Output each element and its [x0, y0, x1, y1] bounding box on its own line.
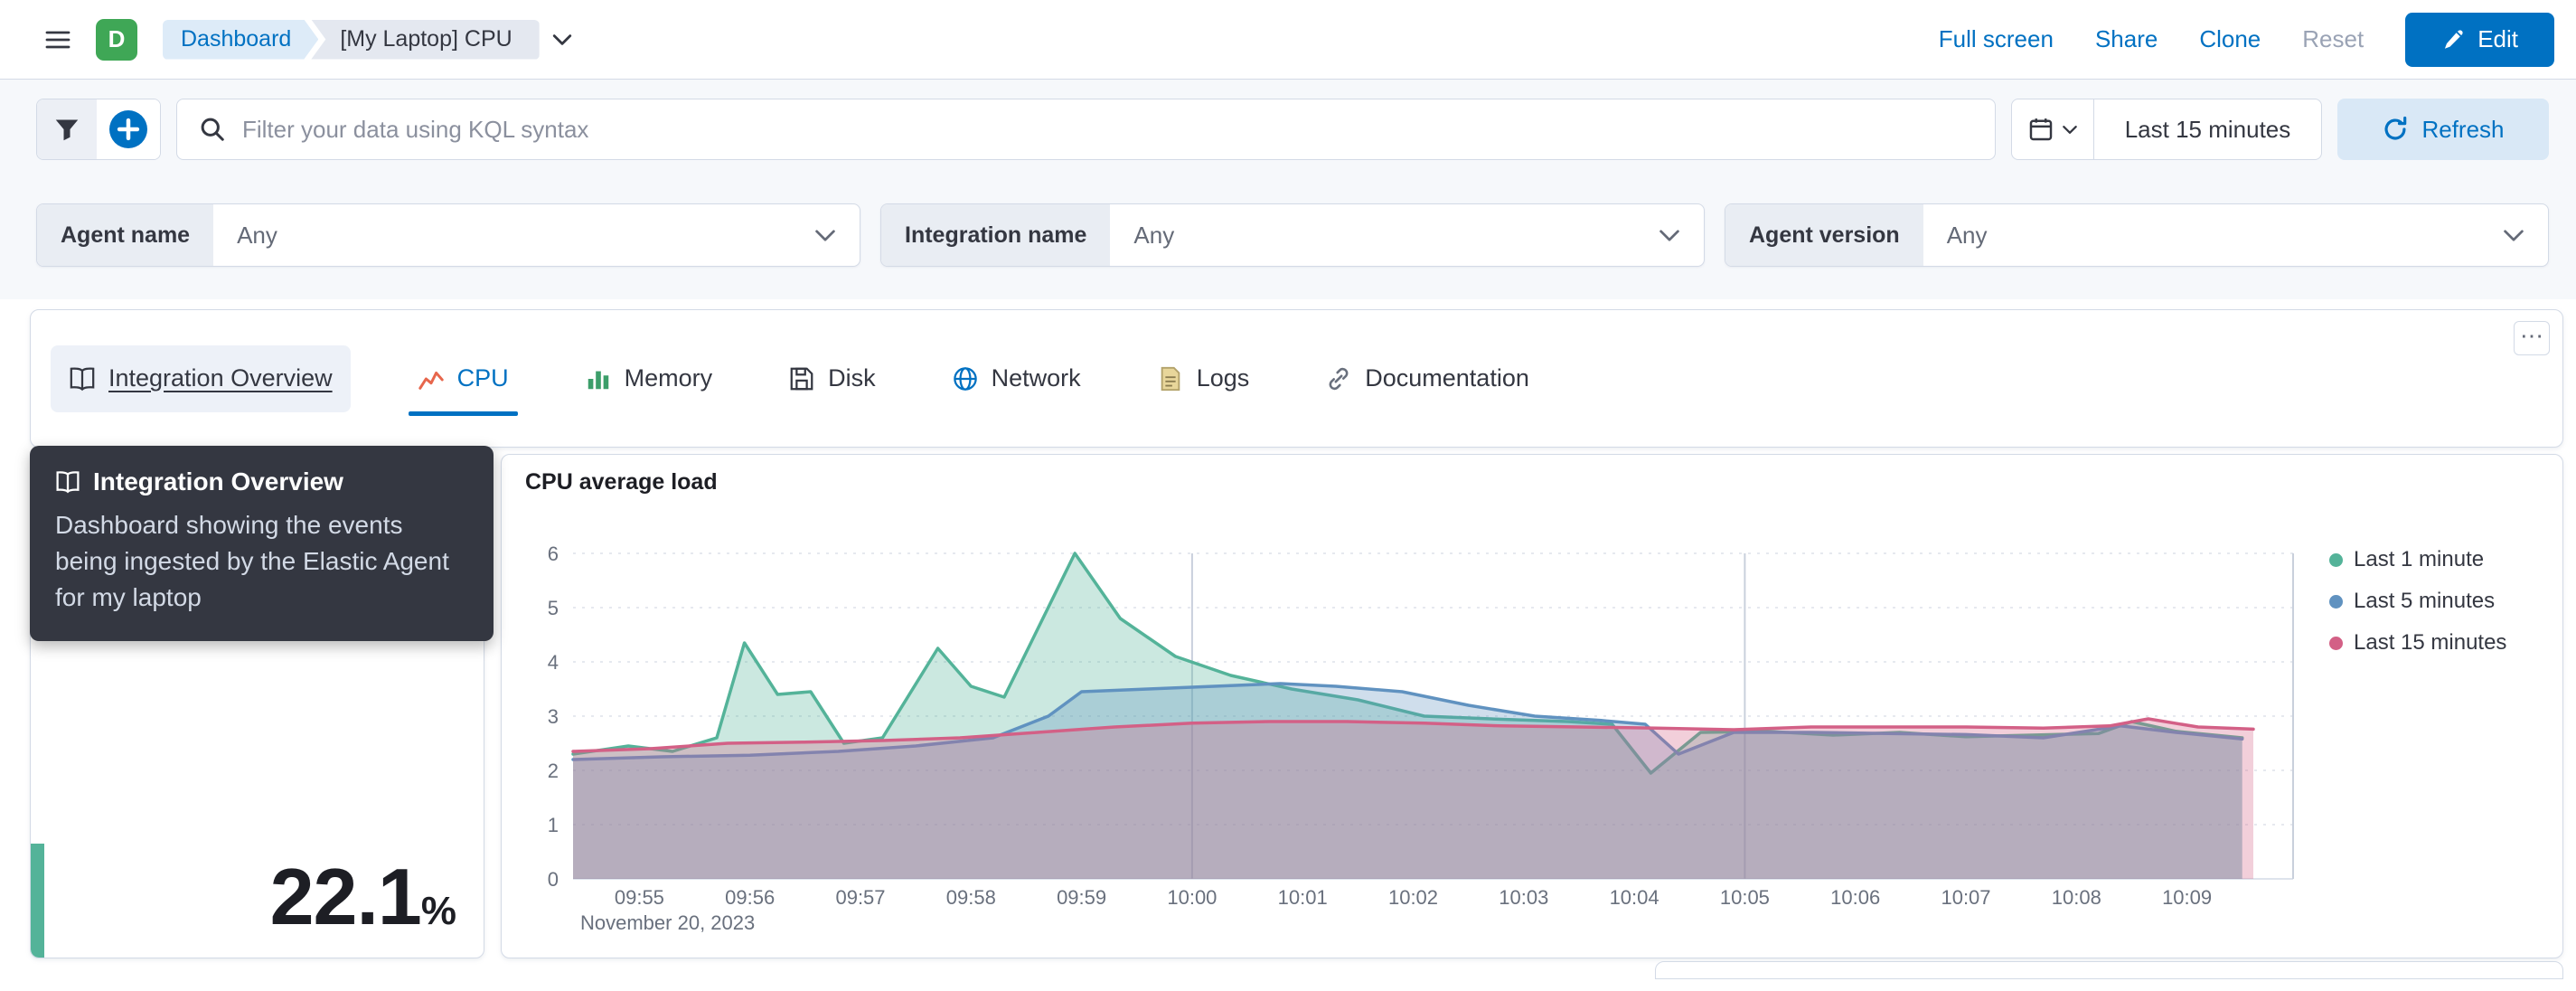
tab-tooltip: Integration Overview Dashboard showing t… — [30, 446, 494, 641]
top-navigation-bar: D Dashboard [My Laptop] CPU Full screen … — [0, 0, 2576, 80]
line-chart-icon — [418, 365, 445, 392]
cpu-average-load-chart[interactable]: 0 1 2 3 4 5 6 09:55 09:56 09:57 09:58 09:59 10:00 10:… — [502, 455, 2564, 959]
legend-item-last-15-minutes[interactable]: Last 15 minutes — [2329, 630, 2506, 656]
refresh-icon — [2382, 116, 2409, 143]
dashboard-controls-row: Agent name Any Integration name Any Agen… — [36, 203, 2549, 267]
refresh-button[interactable]: Refresh — [2337, 99, 2549, 160]
kql-search-bar — [176, 99, 1996, 160]
dashboard-content: Integration Overview CPU Memory Disk Net… — [0, 299, 2576, 979]
next-row-panel-edge — [1655, 961, 2563, 979]
svg-text:09:57: 09:57 — [835, 886, 885, 909]
full-screen-button[interactable]: Full screen — [1939, 25, 2054, 53]
filter-funnel-icon[interactable] — [37, 99, 97, 159]
globe-icon — [952, 365, 979, 392]
reset-button: Reset — [2302, 25, 2364, 52]
cpu-average-load-panel[interactable]: CPU average load 0 1 2 3 4 5 6 09:55 09:56 09:57 0… — [501, 454, 2563, 958]
legend-item-last-1-minute[interactable]: Last 1 minute — [2329, 547, 2506, 572]
panel-options-button[interactable]: ⋯ — [2514, 321, 2550, 355]
svg-text:4: 4 — [548, 651, 559, 674]
bar-chart-icon — [585, 365, 612, 392]
svg-text:November 20, 2023: November 20, 2023 — [580, 911, 755, 934]
svg-text:5: 5 — [548, 597, 559, 619]
legend-dot-green — [2329, 552, 2343, 567]
menu-hamburger-icon[interactable] — [33, 14, 83, 65]
svg-text:10:07: 10:07 — [1941, 886, 1990, 909]
svg-text:1: 1 — [548, 814, 559, 836]
add-filter-button[interactable] — [97, 99, 160, 159]
svg-text:10:08: 10:08 — [2052, 886, 2101, 909]
tab-memory[interactable]: Memory — [576, 345, 722, 412]
svg-text:09:55: 09:55 — [615, 886, 664, 909]
header-actions: Full screen Share Clone Reset Edit — [1939, 12, 2554, 67]
svg-text:10:05: 10:05 — [1720, 886, 1770, 909]
query-filter-section: Last 15 minutes Refresh Agent name Any I… — [0, 80, 2576, 299]
control-agent-name: Agent name Any — [36, 203, 860, 267]
svg-text:09:59: 09:59 — [1057, 886, 1106, 909]
calendar-icon — [2028, 117, 2054, 142]
tooltip-title: Integration Overview — [93, 467, 343, 496]
svg-text:10:02: 10:02 — [1388, 886, 1438, 909]
kql-search-input[interactable] — [242, 115, 1973, 144]
svg-text:09:58: 09:58 — [946, 886, 996, 909]
time-range-button[interactable]: Last 15 minutes — [2094, 99, 2321, 159]
search-icon — [199, 116, 226, 143]
agent-name-select[interactable]: Any — [213, 204, 860, 266]
tab-network[interactable]: Network — [943, 345, 1090, 412]
control-integration-name: Integration name Any — [880, 203, 1705, 267]
book-icon — [55, 469, 80, 495]
calendar-menu-button[interactable] — [2012, 99, 2094, 159]
agent-version-select[interactable]: Any — [1923, 204, 2548, 266]
svg-text:09:56: 09:56 — [725, 886, 775, 909]
breadcrumb: Dashboard [My Laptop] CPU — [163, 19, 572, 60]
pencil-icon — [2441, 28, 2465, 52]
filter-controls-group — [36, 99, 161, 160]
clone-button[interactable]: Clone — [2199, 25, 2261, 53]
tooltip-body: Dashboard showing the events being inges… — [55, 511, 449, 611]
edit-button[interactable]: Edit — [2405, 12, 2554, 67]
svg-text:6: 6 — [548, 543, 559, 565]
tab-cpu[interactable]: CPU — [408, 345, 518, 416]
breadcrumb-chevron-down-icon[interactable] — [552, 33, 572, 46]
date-picker: Last 15 minutes — [2011, 99, 2322, 160]
metric-trend-bar — [31, 844, 44, 958]
link-icon — [1325, 365, 1352, 392]
svg-text:10:09: 10:09 — [2162, 886, 2212, 909]
svg-text:10:03: 10:03 — [1499, 886, 1548, 909]
document-icon — [1157, 365, 1184, 392]
chevron-down-icon — [2503, 229, 2524, 242]
svg-text:10:04: 10:04 — [1610, 886, 1659, 909]
chart-legend: Last 1 minute Last 5 minutes Last 15 min… — [2329, 547, 2506, 656]
cpu-usage-metric: 22.1% — [269, 852, 456, 941]
book-icon — [69, 365, 96, 392]
breadcrumb-current-dashboard: [My Laptop] CPU — [311, 19, 540, 60]
svg-text:2: 2 — [548, 760, 559, 782]
breadcrumb-dashboard[interactable]: Dashboard — [163, 20, 318, 60]
tab-integration-overview[interactable]: Integration Overview — [51, 344, 351, 412]
share-button[interactable]: Share — [2095, 25, 2158, 53]
svg-text:10:01: 10:01 — [1278, 886, 1328, 909]
control-agent-version: Agent version Any — [1725, 203, 2549, 267]
tab-documentation[interactable]: Documentation — [1316, 345, 1538, 412]
legend-item-last-5-minutes[interactable]: Last 5 minutes — [2329, 589, 2506, 614]
svg-text:3: 3 — [548, 705, 559, 728]
integration-name-select[interactable]: Any — [1110, 204, 1704, 266]
tab-disk[interactable]: Disk — [779, 345, 885, 412]
chevron-down-icon — [1659, 229, 1680, 242]
legend-dot-pink — [2329, 636, 2343, 650]
chevron-down-icon — [814, 229, 836, 242]
svg-text:10:06: 10:06 — [1830, 886, 1880, 909]
svg-text:0: 0 — [548, 868, 559, 891]
disk-icon — [788, 365, 815, 392]
space-avatar[interactable]: D — [96, 18, 137, 61]
tab-logs[interactable]: Logs — [1148, 345, 1259, 412]
navigation-tabs-panel: Integration Overview CPU Memory Disk Net… — [30, 309, 2563, 448]
legend-dot-blue — [2329, 594, 2343, 609]
chevron-down-icon — [2063, 125, 2077, 135]
svg-text:10:00: 10:00 — [1167, 886, 1217, 909]
